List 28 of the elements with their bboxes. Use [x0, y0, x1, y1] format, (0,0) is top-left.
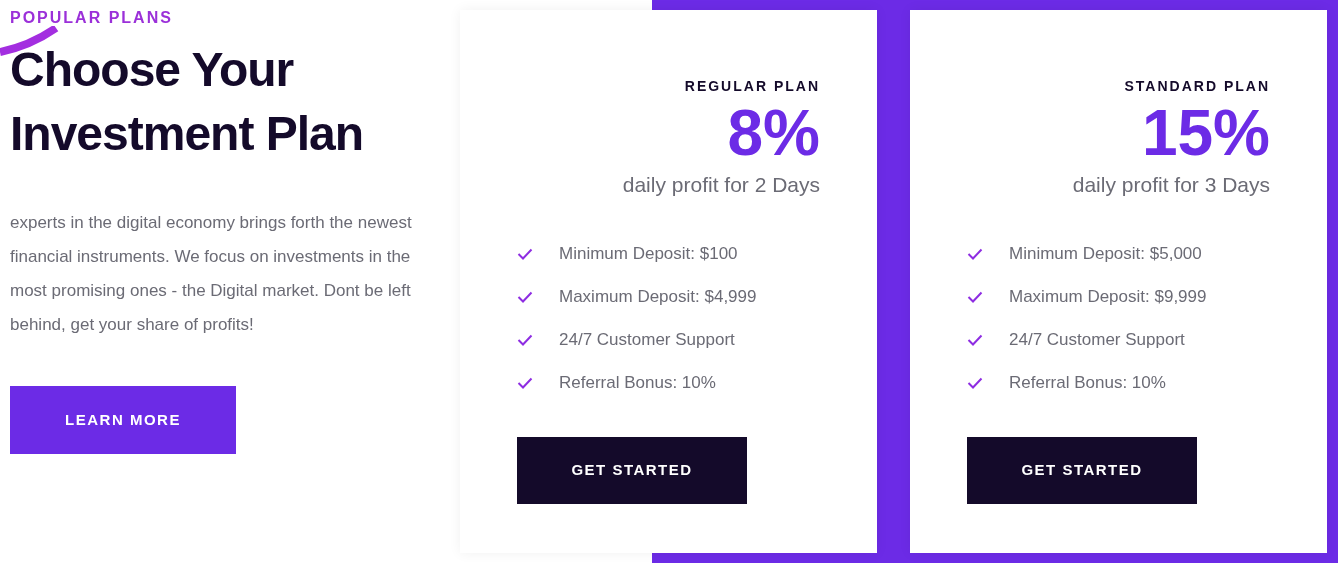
plan-period: daily profit for 2 Days	[622, 172, 820, 198]
learn-more-button[interactable]: LEARN MORE	[10, 386, 236, 454]
check-icon	[967, 291, 983, 303]
feature-text: 24/7 Customer Support	[1009, 329, 1185, 352]
feature-text: Maximum Deposit: $9,999	[1009, 286, 1207, 309]
check-icon	[967, 248, 983, 260]
check-icon	[517, 377, 533, 389]
plan-rate: 15%	[1141, 99, 1270, 167]
check-icon	[517, 291, 533, 303]
check-icon	[517, 248, 533, 260]
eyebrow-label: POPULAR PLANS	[10, 8, 174, 28]
plan-name: STANDARD PLAN	[1124, 77, 1270, 96]
section-text: experts in the digital economy brings forth the newest financial instruments. We focus on investments in the most promising ones - the Digital market. Dont be left behind, get your share of profits!	[10, 212, 413, 336]
plan-period: daily profit for 3 Days	[1072, 172, 1270, 198]
feature-text: Minimum Deposit: $100	[559, 243, 738, 266]
section-heading: Choose Your Investment Plan	[10, 42, 365, 162]
plan-rate: 8%	[727, 99, 820, 167]
feature-text: Referral Bonus: 10%	[1009, 372, 1166, 395]
feature-text: Minimum Deposit: $5,000	[1009, 243, 1202, 266]
plan-name: REGULAR PLAN	[684, 77, 820, 96]
check-icon	[967, 377, 983, 389]
feature-text: Maximum Deposit: $4,999	[559, 286, 757, 309]
feature-text: Referral Bonus: 10%	[559, 372, 716, 395]
feature-text: 24/7 Customer Support	[559, 329, 735, 352]
check-icon	[517, 334, 533, 346]
check-icon	[967, 334, 983, 346]
get-started-button[interactable]: GET STARTED	[967, 436, 1197, 504]
get-started-button[interactable]: GET STARTED	[517, 436, 747, 504]
